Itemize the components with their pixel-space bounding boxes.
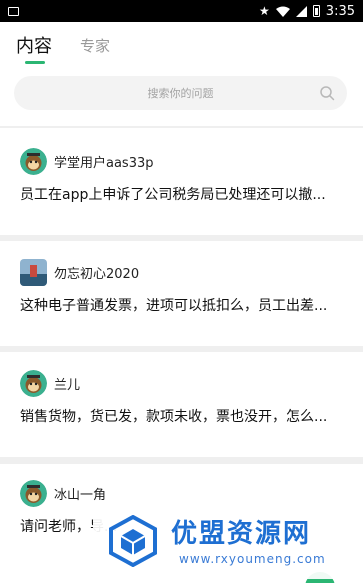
question-text[interactable]: 这种电子普通发票，进项可以抵扣么，员工出差...: [20, 295, 340, 315]
cube-logo-icon: [109, 515, 157, 567]
user-name: 冰山一角: [54, 488, 107, 503]
header: 内容 专家 搜索你的问题: [0, 22, 363, 126]
user-name: 学堂用户aas33p: [54, 156, 154, 171]
monkey-avatar: [20, 480, 47, 507]
watermark-overlay: 优盟资源网 www.rxyoumeng.com: [93, 503, 355, 579]
search-icon[interactable]: [319, 85, 335, 101]
status-bar: ★ 3:35: [0, 0, 363, 22]
status-time: 3:35: [325, 3, 355, 19]
search-placeholder: 搜索你的问题: [147, 87, 214, 100]
search-bar[interactable]: 搜索你的问题: [14, 76, 347, 110]
watermark-url: www.rxyoumeng.com: [179, 552, 326, 566]
question-card[interactable]: 兰儿 销售货物，货已发，款项未收，票也没开，怎么...: [0, 352, 363, 457]
signal-icon: [295, 5, 307, 17]
monkey-avatar: [20, 148, 47, 175]
question-text[interactable]: 销售货物，货已发，款项未收，票也没开，怎么...: [20, 406, 340, 426]
monkey-avatar: [20, 370, 47, 397]
tab-expert[interactable]: 专家: [80, 35, 110, 56]
question-text[interactable]: 员工在app上申诉了公司税务局已处理还可以撤...: [20, 184, 340, 204]
question-card[interactable]: 勿忘初心2020 这种电子普通发票，进项可以抵扣么，员工出差...: [0, 241, 363, 346]
question-card[interactable]: 学堂用户aas33p 员工在app上申诉了公司税务局已处理还可以撤...: [0, 128, 363, 235]
user-name: 兰儿: [54, 378, 81, 393]
watermark-title: 优盟资源网: [171, 519, 312, 549]
active-tab-indicator: [25, 61, 45, 64]
wifi-icon: [275, 6, 290, 17]
star-icon: ★: [259, 4, 270, 18]
notification-icon: [8, 6, 19, 16]
user-name: 勿忘初心2020: [54, 267, 140, 282]
battery-icon: [312, 5, 320, 17]
tab-content[interactable]: 内容: [16, 32, 52, 58]
photo-avatar: [20, 259, 47, 286]
